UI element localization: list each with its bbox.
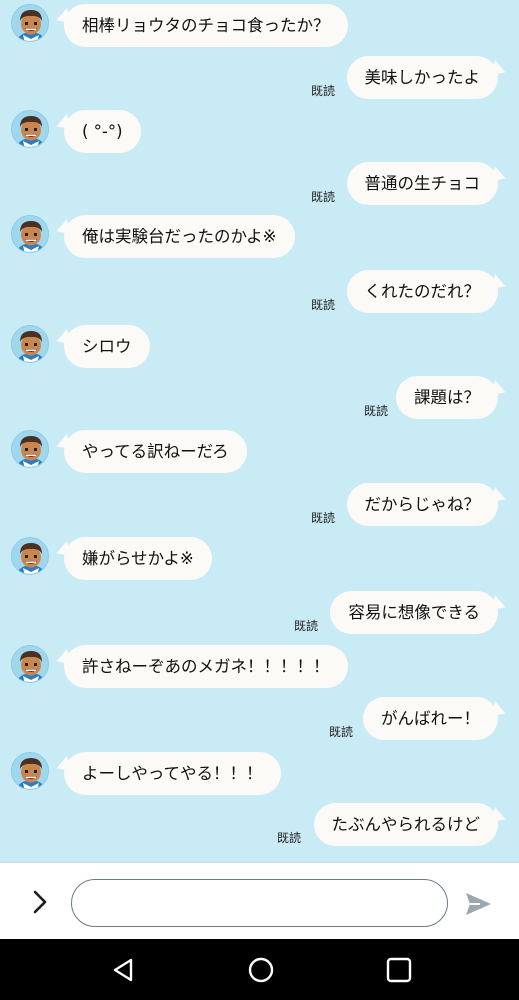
avatar[interactable]	[11, 110, 49, 148]
avatar[interactable]	[11, 645, 49, 683]
message-row-outgoing: 既読 容易に想像できる	[0, 591, 519, 637]
message-row-incoming: 俺は実験台だったのかよ※	[0, 213, 519, 259]
avatar-face-icon	[12, 753, 48, 789]
message-bubble[interactable]: くれたのだれ？	[346, 270, 498, 313]
message-row-incoming: シロウ	[0, 323, 519, 369]
message-row-outgoing: 既読 普通の生チョコ	[0, 162, 519, 208]
home-circle-icon[interactable]	[246, 955, 276, 985]
message-bubble[interactable]: シロウ	[64, 325, 150, 368]
message-bubble[interactable]: 嫌がらせかよ※	[64, 537, 212, 580]
read-receipt: 既読	[310, 511, 335, 525]
message-bubble[interactable]: たぶんやられるけど	[313, 803, 498, 846]
message-bubble[interactable]: 普通の生チョコ	[346, 162, 498, 205]
message-row-outgoing: 既読 美味しかったよ	[0, 56, 519, 102]
avatar-face-icon	[12, 326, 48, 362]
send-icon[interactable]	[464, 891, 492, 917]
read-receipt: 既読	[276, 831, 301, 845]
message-bubble[interactable]: よーしやってやる！！！	[64, 752, 281, 795]
avatar[interactable]	[11, 537, 49, 575]
message-bubble[interactable]: だからじゃね？	[346, 483, 498, 526]
read-receipt: 既読	[293, 619, 318, 633]
avatar-face-icon	[12, 431, 48, 467]
message-bubble[interactable]: ( °-°)	[64, 110, 141, 153]
message-bubble[interactable]: 美味しかったよ	[346, 56, 498, 99]
message-row-outgoing: 既読 たぶんやられるけど	[0, 803, 519, 849]
message-bubble[interactable]: がんばれー！	[363, 697, 498, 740]
message-row-outgoing: 既読 だからじゃね？	[0, 483, 519, 529]
recents-square-icon[interactable]	[384, 955, 414, 985]
message-bubble[interactable]: 相棒リョウタのチョコ食ったか？	[64, 4, 348, 47]
avatar[interactable]	[11, 4, 49, 42]
avatar[interactable]	[11, 215, 49, 253]
message-row-outgoing: 既読 くれたのだれ？	[0, 270, 519, 316]
avatar[interactable]	[11, 325, 49, 363]
avatar-face-icon	[12, 5, 48, 41]
avatar-face-icon	[12, 111, 48, 147]
message-row-incoming: やってる訳ねーだろ	[0, 428, 519, 474]
avatar-face-icon	[12, 216, 48, 252]
message-bubble[interactable]: やってる訳ねーだろ	[64, 430, 247, 473]
avatar[interactable]	[11, 430, 49, 468]
message-row-incoming: 許さねーぞあのメガネ！！！！！	[0, 643, 519, 689]
read-receipt: 既読	[310, 298, 335, 312]
avatar[interactable]	[11, 752, 49, 790]
message-row-incoming: 相棒リョウタのチョコ食ったか？	[0, 2, 519, 48]
chat-area[interactable]: 相棒リョウタのチョコ食ったか？ ( °-°) 俺は実験台だったのかよ※ シロウ …	[0, 0, 519, 862]
read-receipt: 既読	[328, 725, 353, 739]
read-receipt: 既読	[310, 190, 335, 204]
message-input[interactable]	[71, 879, 448, 927]
back-triangle-icon[interactable]	[109, 955, 139, 985]
message-row-outgoing: 既読 がんばれー！	[0, 697, 519, 743]
avatar-face-icon	[12, 538, 48, 574]
read-receipt: 既読	[363, 404, 388, 418]
system-navigation-bar	[0, 939, 519, 1000]
message-bubble[interactable]: 俺は実験台だったのかよ※	[64, 215, 295, 258]
message-bubble[interactable]: 課題は？	[396, 376, 498, 419]
message-bubble[interactable]: 容易に想像できる	[330, 591, 498, 634]
read-receipt: 既読	[310, 84, 335, 98]
avatar-face-icon	[12, 646, 48, 682]
message-row-incoming: 嫌がらせかよ※	[0, 535, 519, 581]
message-input-bar	[0, 862, 519, 939]
message-row-incoming: ( °-°)	[0, 108, 519, 154]
message-row-incoming: よーしやってやる！！！	[0, 750, 519, 796]
chevron-right-icon[interactable]	[28, 888, 52, 916]
message-bubble[interactable]: 許さねーぞあのメガネ！！！！！	[64, 645, 348, 688]
message-row-outgoing: 既読 課題は？	[0, 376, 519, 422]
